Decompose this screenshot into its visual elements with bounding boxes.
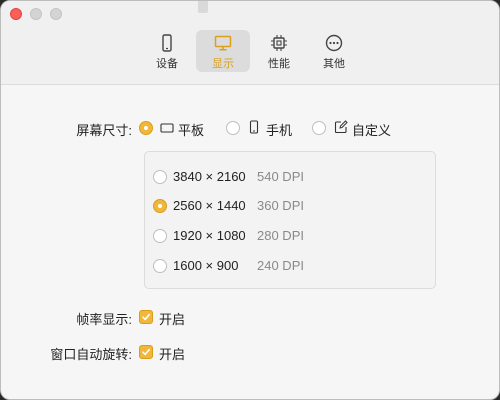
resolution-label: 1600 × 900 xyxy=(173,258,239,273)
dpi-label: 540 DPI xyxy=(257,169,304,184)
frame-rate-checkbox[interactable] xyxy=(139,310,153,324)
radio-resolution-3840[interactable] xyxy=(153,170,167,184)
radio-resolution-1920[interactable] xyxy=(153,229,167,243)
auto-rotate-label: 窗口自动旋转: xyxy=(50,347,132,362)
tab-other-label: 其他 xyxy=(323,58,345,70)
resolution-label: 1920 × 1080 xyxy=(173,228,246,243)
frame-rate-checkbox-label: 开启 xyxy=(159,312,186,327)
maximize-button[interactable] xyxy=(50,8,62,20)
tab-display[interactable]: 显示 xyxy=(196,30,250,72)
resolution-label: 3840 × 2160 xyxy=(173,169,246,184)
tab-performance[interactable]: 性能 xyxy=(252,30,306,72)
auto-rotate-checkbox[interactable] xyxy=(139,345,153,359)
minimize-button[interactable] xyxy=(30,8,42,20)
tab-display-label: 显示 xyxy=(212,58,234,70)
phone-icon xyxy=(162,34,172,52)
dpi-label: 280 DPI xyxy=(257,228,304,243)
tablet-icon xyxy=(160,123,174,133)
settings-window: 设备 显示 性能 其他 屏幕尺寸: 平板 手机 自定义 3840 × 2160 … xyxy=(0,0,500,400)
option-custom-label: 自定义 xyxy=(352,123,392,138)
checkmark-icon xyxy=(142,348,150,356)
option-phone-label: 手机 xyxy=(266,123,293,138)
tab-device-label: 设备 xyxy=(156,58,178,70)
more-icon xyxy=(325,34,343,52)
cpu-icon xyxy=(271,35,287,51)
dpi-label: 240 DPI xyxy=(257,258,304,273)
close-button[interactable] xyxy=(10,8,22,20)
edit-icon xyxy=(334,120,348,134)
resolution-group: 3840 × 2160 540 DPI 2560 × 1440 360 DPI … xyxy=(144,151,436,289)
tab-device[interactable]: 设备 xyxy=(140,30,194,72)
phone-icon xyxy=(249,120,259,134)
radio-phone[interactable] xyxy=(226,121,240,135)
radio-resolution-2560[interactable] xyxy=(153,199,167,213)
auto-rotate-checkbox-label: 开启 xyxy=(159,347,186,362)
radio-custom[interactable] xyxy=(312,121,326,135)
radio-resolution-1600[interactable] xyxy=(153,259,167,273)
option-tablet-label: 平板 xyxy=(178,123,205,138)
drag-handle xyxy=(198,1,208,13)
screen-size-label: 屏幕尺寸: xyxy=(76,123,132,138)
tab-other[interactable]: 其他 xyxy=(307,30,361,72)
tab-performance-label: 性能 xyxy=(268,58,290,70)
dpi-label: 360 DPI xyxy=(257,198,304,213)
resolution-label: 2560 × 1440 xyxy=(173,198,246,213)
toolbar: 设备 显示 性能 其他 xyxy=(1,1,499,85)
radio-tablet[interactable] xyxy=(139,121,153,135)
frame-rate-label: 帧率显示: xyxy=(76,312,132,327)
checkmark-icon xyxy=(142,313,150,321)
monitor-icon xyxy=(214,35,232,51)
